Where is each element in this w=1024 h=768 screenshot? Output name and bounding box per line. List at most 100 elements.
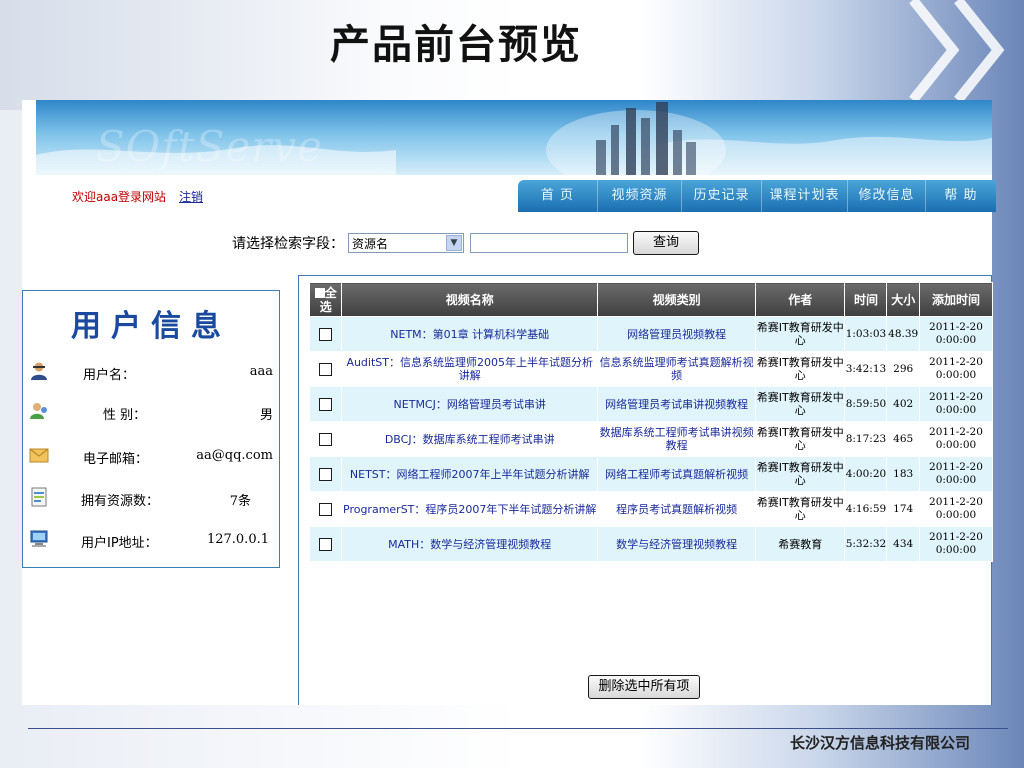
user-row-gender: 性 别： 男 (23, 399, 281, 429)
computer-icon (30, 530, 48, 547)
video-category[interactable]: 网络管理员视频教程 (596, 316, 757, 352)
user-info-panel: 用户信息 用户名： aaa 性 别： 男 电子邮箱： aa@qq.com 拥有资… (22, 290, 280, 568)
video-size: 465 (886, 421, 920, 457)
table-row: NETM：第01章 计算机科学基础 网络管理员视频教程 希赛IT教育研发中心 1… (308, 316, 994, 352)
video-time: 4:16:59 (844, 491, 888, 527)
nav-help[interactable]: 帮 助 (926, 180, 996, 212)
video-added: 2011-2-20 0:00:00 (918, 421, 994, 457)
row-checkbox[interactable] (319, 432, 333, 446)
row-checkbox[interactable] (319, 502, 333, 516)
table-row: AuditST：信息系统监理师2005年上半年试题分析讲解 信息系统监理师考试真… (308, 351, 994, 387)
video-size: 183 (886, 456, 920, 492)
column-header-time: 时间 (844, 282, 888, 317)
select-all-checkbox[interactable] (314, 288, 325, 298)
table-row: DBCJ：数据库系统工程师考试串讲 数据库系统工程师考试串讲视频教程 希赛IT教… (308, 421, 994, 457)
banner-watermark: SOftServe (96, 122, 323, 171)
site-banner: SOftServe (36, 100, 992, 175)
email-label: 电子邮箱： (83, 452, 149, 467)
video-author: 希赛IT教育研发中心 (755, 316, 846, 352)
welcome-message: 欢迎aaa登录网站 (72, 190, 167, 204)
nav-history[interactable]: 历史记录 (682, 180, 762, 212)
video-name[interactable]: NETM：第01章 计算机科学基础 (341, 316, 598, 352)
user-row-email: 电子邮箱： aa@qq.com (23, 443, 281, 473)
user-info-title: 用户信息 (71, 309, 231, 344)
column-header-category: 视频类别 (596, 282, 757, 317)
gender-icon (30, 403, 47, 419)
video-size: 174 (886, 491, 920, 527)
search-field-selected: 资源名 (352, 236, 389, 251)
logout-link[interactable]: 注销 (179, 188, 203, 205)
user-row-resources: 拥有资源数： 7条 (23, 485, 281, 515)
table-row: MATH：数学与经济管理视频教程 数学与经济管理视频教程 希赛教育 5:32:3… (308, 526, 994, 562)
document-icon (31, 487, 47, 507)
video-author: 希赛IT教育研发中心 (755, 386, 846, 422)
video-added: 2011-2-20 0:00:00 (918, 456, 994, 492)
row-select-cell[interactable] (308, 316, 343, 352)
nav-course-schedule[interactable]: 课程计划表 (762, 180, 848, 212)
video-name[interactable]: AuditST：信息系统监理师2005年上半年试题分析讲解 (341, 351, 598, 387)
video-time: 1:03:03 (844, 316, 888, 352)
row-select-cell[interactable] (308, 491, 343, 527)
select-all-header[interactable]: 全选 (308, 282, 343, 317)
search-field-label: 请选择检索字段： (232, 236, 344, 252)
row-checkbox[interactable] (319, 537, 333, 551)
search-input[interactable] (470, 233, 628, 253)
video-category[interactable]: 数学与经济管理视频教程 (596, 526, 757, 562)
video-name[interactable]: DBCJ：数据库系统工程师考试串讲 (341, 421, 598, 457)
video-name[interactable]: ProgramerST：程序员2007年下半年试题分析讲解 (341, 491, 598, 527)
table-row: ProgramerST：程序员2007年下半年试题分析讲解 程序员考试真题解析视… (308, 491, 994, 527)
video-time: 4:00:20 (844, 456, 888, 492)
chevron-down-icon[interactable]: ▼ (446, 235, 462, 251)
delete-selected-button[interactable]: 删除选中所有项 (588, 675, 700, 699)
row-select-cell[interactable] (308, 526, 343, 562)
nav-video-resources[interactable]: 视频资源 (598, 180, 682, 212)
chevron-decoration-icon (954, 0, 1005, 100)
user-row-ip: 用户IP地址： 127.0.0.1 (23, 527, 281, 557)
video-name[interactable]: NETST：网络工程师2007年上半年试题分析讲解 (341, 456, 598, 492)
username-value: aaa (249, 364, 273, 379)
video-time: 5:32:32 (844, 526, 888, 562)
email-icon (29, 448, 49, 463)
video-category[interactable]: 信息系统监理师考试真题解析视频 (596, 351, 757, 387)
video-size: 48.39 (886, 316, 920, 352)
main-nav: 首 页 视频资源 历史记录 课程计划表 修改信息 帮 助 (518, 180, 996, 212)
row-checkbox[interactable] (319, 467, 333, 481)
video-added: 2011-2-20 0:00:00 (918, 491, 994, 527)
row-checkbox[interactable] (319, 397, 333, 411)
video-category[interactable]: 网络管理员考试串讲视频教程 (596, 386, 757, 422)
nav-edit-profile[interactable]: 修改信息 (848, 180, 926, 212)
video-author: 希赛IT教育研发中心 (755, 491, 846, 527)
video-name[interactable]: NETMCJ：网络管理员考试串讲 (341, 386, 598, 422)
username-label: 用户名： (83, 368, 136, 383)
video-table: 全选 视频名称 视频类别 作者 时间 大小 添加时间 NETM：第01章 计算机… (308, 282, 994, 562)
video-category[interactable]: 网络工程师考试真题解析视频 (596, 456, 757, 492)
video-size: 434 (886, 526, 920, 562)
nav-home[interactable]: 首 页 (518, 180, 598, 212)
ip-value: 127.0.0.1 (206, 532, 269, 547)
video-table-panel: 全选 视频名称 视频类别 作者 时间 大小 添加时间 NETM：第01章 计算机… (298, 275, 994, 705)
row-select-cell[interactable] (308, 456, 343, 492)
search-button[interactable]: 查询 (633, 231, 699, 255)
video-name[interactable]: MATH：数学与经济管理视频教程 (341, 526, 598, 562)
video-author: 希赛IT教育研发中心 (755, 456, 846, 492)
search-field-select[interactable]: 资源名 ▼ (348, 233, 464, 253)
table-row: NETST：网络工程师2007年上半年试题分析讲解 网络工程师考试真题解析视频 … (308, 456, 994, 492)
row-checkbox[interactable] (319, 327, 333, 341)
footer-company: 长沙汉方信息科技有限公司 (789, 734, 970, 752)
video-author: 希赛教育 (755, 526, 846, 562)
column-header-author: 作者 (755, 282, 846, 317)
row-select-cell[interactable] (308, 386, 343, 422)
email-value: aa@qq.com (196, 448, 273, 463)
row-checkbox[interactable] (319, 362, 333, 376)
row-select-cell[interactable] (308, 421, 343, 457)
video-added: 2011-2-20 0:00:00 (918, 316, 994, 352)
video-time: 3:42:13 (844, 351, 888, 387)
row-select-cell[interactable] (308, 351, 343, 387)
video-author: 希赛IT教育研发中心 (755, 421, 846, 457)
video-added: 2011-2-20 0:00:00 (918, 386, 994, 422)
user-row-username: 用户名： aaa (23, 359, 281, 389)
app-window: SOftServe 欢迎aaa登录网站 注销 首 页 视频资源 历史记录 课程计… (22, 100, 996, 705)
video-category[interactable]: 数据库系统工程师考试串讲视频教程 (596, 421, 757, 457)
video-category[interactable]: 程序员考试真题解析视频 (596, 491, 757, 527)
column-header-name: 视频名称 (341, 282, 598, 317)
